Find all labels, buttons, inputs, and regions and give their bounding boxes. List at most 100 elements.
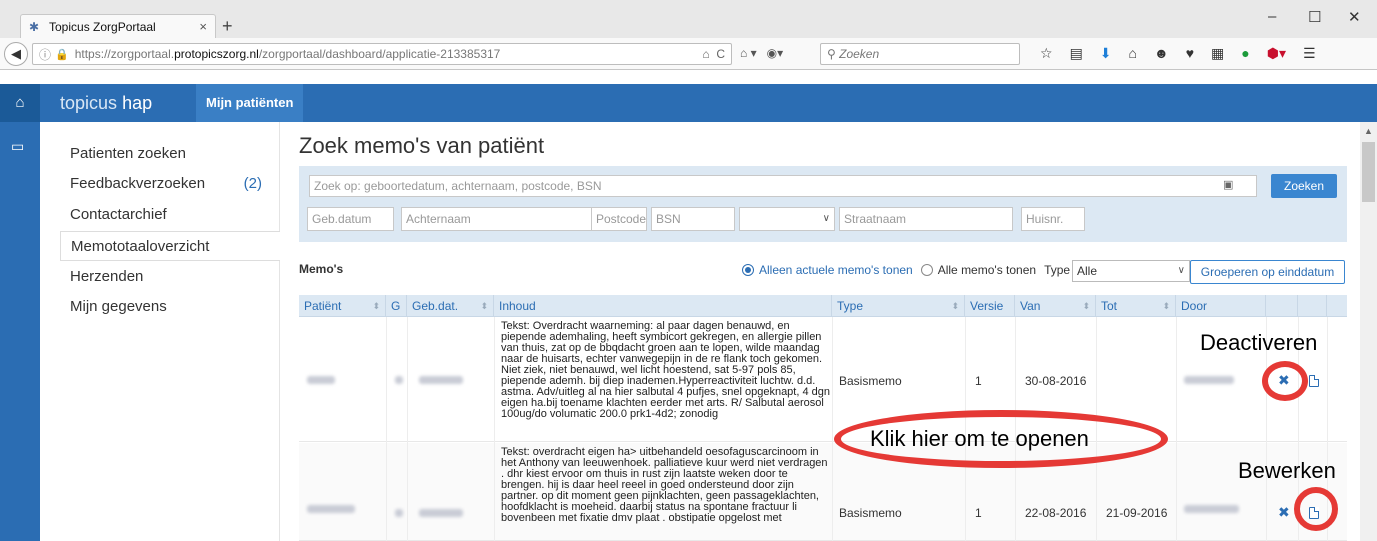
- country-select[interactable]: ∨: [739, 207, 835, 231]
- memo-version: 1: [975, 374, 982, 388]
- info-icon[interactable]: ⓘ: [39, 46, 51, 63]
- col-divider: [1176, 317, 1177, 541]
- feedback-count-badge: (2): [243, 175, 262, 192]
- col-van[interactable]: Van ⬍: [1015, 295, 1096, 317]
- minimize-icon[interactable]: –: [1268, 8, 1276, 25]
- scroll-thumb[interactable]: [1362, 142, 1375, 202]
- sort-icon: ⬍: [1162, 301, 1170, 311]
- pocket-icon[interactable]: ♥: [1186, 45, 1194, 62]
- search-button[interactable]: Zoeken: [1271, 174, 1337, 198]
- col-patient[interactable]: Patiënt ⬍: [299, 295, 386, 317]
- sidebar-item-feedbackverzoeken[interactable]: Feedbackverzoeken (2): [60, 169, 280, 199]
- col-type[interactable]: Type ⬍: [832, 295, 965, 317]
- app-logo[interactable]: topicus hap: [60, 93, 152, 114]
- browser-tab[interactable]: ✱ Topicus ZorgPortaal ×: [20, 14, 216, 38]
- sidebar-item-label: Patienten zoeken: [70, 145, 186, 162]
- col-gebdat[interactable]: Geb.dat. ⬍: [407, 295, 494, 317]
- col-versie[interactable]: Versie: [965, 295, 1015, 317]
- green-extension-icon[interactable]: ●: [1241, 45, 1249, 62]
- bookmark-star-icon[interactable]: ☆: [1040, 45, 1053, 62]
- scrollbar[interactable]: ▲: [1360, 122, 1377, 541]
- annotation-openen: Klik hier om te openen: [870, 426, 1089, 451]
- deactivate-icon[interactable]: ✖: [1278, 504, 1290, 521]
- bsn-field[interactable]: BSN: [651, 207, 735, 231]
- straatnaam-field[interactable]: Straatnaam: [839, 207, 1013, 231]
- memo-filter: Alleen actuele memo's tonen Alle memo's …: [742, 263, 1070, 277]
- maximize-icon[interactable]: ☐: [1308, 8, 1321, 26]
- home-icon[interactable]: ⌂: [0, 84, 40, 122]
- close-window-icon[interactable]: ✕: [1348, 8, 1361, 26]
- col-divider: [407, 317, 408, 541]
- sort-icon: ⬍: [1082, 301, 1090, 311]
- memo-type: Basismemo: [839, 374, 902, 388]
- sidebar-item-patienten-zoeken[interactable]: Patienten zoeken: [60, 139, 280, 169]
- sidebar-item-label: Contactarchief: [70, 206, 167, 223]
- col-label: G: [391, 299, 401, 313]
- col-label: Van: [1020, 299, 1041, 313]
- annotation-bewerken: Bewerken: [1238, 458, 1336, 483]
- toolbar-icons: ☆ ▤ ⬇ ⌂ ☻ ♥ ▦ ● ⬢▾ ☰: [1040, 45, 1316, 62]
- radio-current[interactable]: [742, 264, 754, 276]
- scroll-up-icon[interactable]: ▲: [1364, 126, 1373, 136]
- page-title: Zoek memo's van patiënt: [299, 133, 545, 158]
- gender-redacted: [395, 376, 403, 384]
- table-row[interactable]: Tekst: Overdracht waarneming: al paar da…: [299, 318, 1347, 442]
- col-door[interactable]: Door: [1176, 295, 1266, 317]
- menu-icon[interactable]: ☰: [1303, 45, 1316, 62]
- radio-all-label[interactable]: Alle memo's tonen: [938, 263, 1036, 277]
- col-divider: [494, 317, 495, 541]
- sidebar-item-mijn-gegevens[interactable]: Mijn gegevens: [60, 292, 280, 322]
- annotation-ring-deactivate: [1262, 361, 1308, 401]
- reading-list-icon[interactable]: ▤: [1070, 45, 1083, 62]
- home-icon[interactable]: ⌂: [1129, 45, 1137, 62]
- logo-product: hap: [122, 93, 153, 113]
- adblock-icon[interactable]: ⬢▾: [1267, 45, 1286, 62]
- col-label: Type: [837, 299, 864, 313]
- keyboard-icon[interactable]: ▣: [1223, 178, 1233, 191]
- gender-redacted: [395, 509, 403, 517]
- gebdatum-field[interactable]: Geb.datum: [307, 207, 394, 231]
- tab-title: Topicus ZorgPortaal: [49, 19, 156, 34]
- browser-titlebar: ✱ Topicus ZorgPortaal × + – ☐ ✕: [0, 0, 1377, 38]
- chat-icon[interactable]: ☻: [1154, 45, 1169, 62]
- download-icon[interactable]: ⬇: [1100, 45, 1112, 62]
- extension-icon[interactable]: ▦: [1211, 45, 1224, 62]
- tab-close-icon[interactable]: ×: [199, 19, 207, 34]
- browser-search-placeholder: Zoeken: [839, 47, 880, 61]
- reload-icon[interactable]: ⌂ C: [702, 47, 725, 61]
- url-domain: protopicszorg.nl: [174, 47, 259, 61]
- radio-current-label[interactable]: Alleen actuele memo's tonen: [759, 263, 913, 277]
- search-engine-icon[interactable]: ◉▾: [767, 46, 784, 60]
- sidebar-item-contactarchief[interactable]: Contactarchief: [60, 200, 280, 230]
- browser-search-input[interactable]: ⚲ Zoeken: [820, 43, 1020, 65]
- col-label: Geb.dat.: [412, 299, 459, 313]
- col-inhoud[interactable]: Inhoud: [494, 295, 832, 317]
- memo-type: Basismemo: [839, 506, 902, 520]
- logo-brand: topicus: [60, 93, 118, 113]
- postcode-field[interactable]: Postcode: [591, 207, 647, 231]
- back-button[interactable]: ◀: [4, 42, 28, 66]
- col-tot[interactable]: Tot ⬍: [1096, 295, 1176, 317]
- home-dropdown-icon[interactable]: ⌂ ▾: [740, 46, 757, 60]
- search-input[interactable]: Zoek op: geboortedatum, achternaam, post…: [309, 175, 1257, 197]
- col-g[interactable]: G: [386, 295, 407, 317]
- huisnr-field[interactable]: Huisnr.: [1021, 207, 1085, 231]
- edit-document-icon[interactable]: [1309, 375, 1319, 387]
- sidebar: Patienten zoeken Feedbackverzoeken (2) Co…: [40, 122, 280, 541]
- patient-name-redacted: [307, 376, 335, 384]
- nav-mijn-patienten[interactable]: Mijn patiënten: [196, 84, 304, 122]
- radio-all[interactable]: [920, 264, 933, 276]
- type-select[interactable]: Alle ∨: [1072, 260, 1190, 282]
- memo-content[interactable]: Tekst: Overdracht waarneming: al paar da…: [501, 321, 831, 441]
- lock-icon: 🔒: [55, 48, 69, 61]
- table-row[interactable]: Tekst: overdracht eigen ha> uitbehandeld…: [299, 443, 1347, 541]
- sort-icon: ⬍: [480, 301, 488, 311]
- new-tab-button[interactable]: +: [222, 16, 233, 37]
- url-path: /zorgportaal/dashboard/applicatie-213385…: [258, 47, 501, 61]
- group-by-enddate-button[interactable]: Groeperen op einddatum: [1190, 260, 1345, 284]
- monitor-icon[interactable]: ▭: [11, 138, 24, 155]
- sidebar-item-memototaaloverzicht[interactable]: Memototaaloverzicht: [60, 231, 280, 261]
- memo-content[interactable]: Tekst: overdracht eigen ha> uitbehandeld…: [501, 447, 831, 541]
- url-bar[interactable]: ⓘ 🔒 https://zorgportaal. protopicszorg.nl…: [32, 43, 732, 65]
- sidebar-item-herzenden[interactable]: Herzenden: [60, 262, 280, 292]
